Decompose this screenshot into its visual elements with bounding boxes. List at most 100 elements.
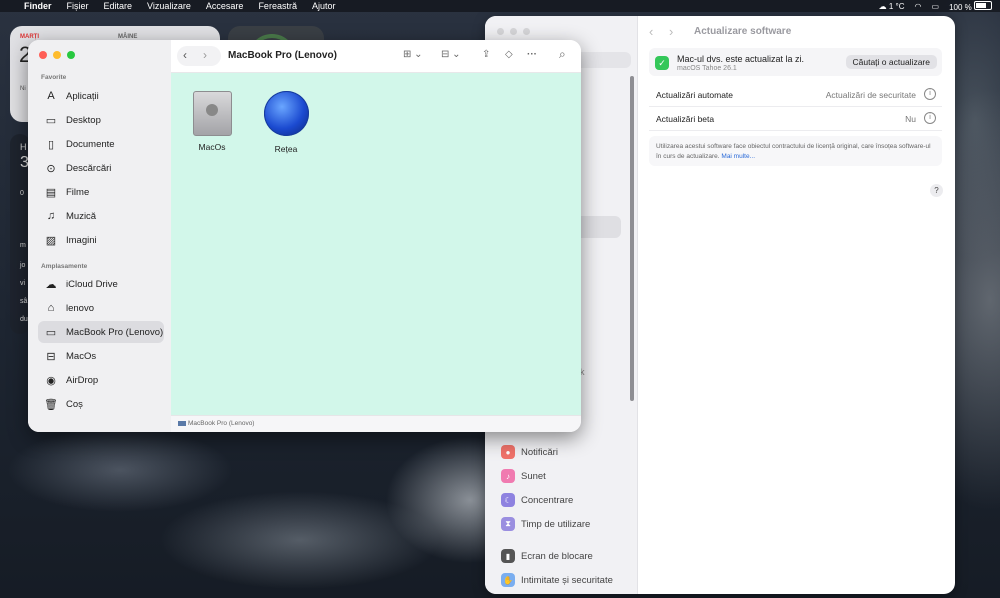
tag-icon[interactable]: ◇	[505, 49, 513, 60]
locations-section-label: Amplasamente	[41, 263, 88, 270]
minimize-button[interactable]	[510, 28, 517, 35]
sidebar-item-downloads[interactable]: ⊙ Descărcări	[38, 157, 164, 179]
battery-percent: 100 %	[949, 2, 972, 12]
wifi-icon[interactable]: ◠	[915, 2, 922, 11]
menu-file[interactable]: Fișier	[67, 1, 89, 11]
widget-letter: m	[20, 242, 26, 249]
back-button[interactable]: ‹	[649, 24, 653, 39]
menu-view[interactable]: Vizualizare	[147, 1, 191, 11]
sidebar-item-label: Filme	[66, 186, 90, 198]
photo-icon: ▨	[45, 234, 57, 247]
window-title: MacBook Pro (Lenovo)	[228, 50, 337, 61]
update-status-card: ✓ Mac-ul dvs. este actualizat la zi. mac…	[649, 48, 942, 76]
sidebar-item-lock-screen[interactable]: ▮ Ecran de blocare	[501, 548, 593, 564]
finder-window: Favorite A Aplicații ▭ Desktop ▯ Documente …	[28, 40, 581, 432]
sidebar-item-pictures[interactable]: ▨ Imagini	[38, 229, 164, 251]
sidebar-item-sound[interactable]: ♪ Sunet	[501, 468, 546, 484]
group-by-icon[interactable]: ⊟ ⌄	[441, 49, 461, 60]
widget-letter: jo	[20, 262, 26, 269]
macos-disk-item[interactable]: MacOs	[182, 91, 242, 152]
forward-button[interactable]: ›	[203, 48, 207, 62]
forward-button[interactable]: ›	[669, 24, 673, 39]
close-button[interactable]	[39, 51, 47, 59]
row-label: Actualizări automate	[656, 90, 734, 100]
close-button[interactable]	[497, 28, 504, 35]
finder-content-area[interactable]: MacOs Rețea	[171, 73, 581, 416]
sidebar-item-music[interactable]: ♫ Muzică	[38, 205, 164, 227]
sidebar-item-focus[interactable]: ☾ Concentrare	[501, 492, 573, 508]
share-icon[interactable]: ⇪	[482, 49, 490, 60]
sidebar-item-desktop[interactable]: ▭ Desktop	[38, 109, 164, 131]
laptop-icon	[178, 421, 186, 426]
applications-icon: A	[47, 90, 55, 102]
path-bar: MacBook Pro (Lenovo)	[171, 415, 581, 432]
back-button[interactable]: ‹	[183, 48, 187, 62]
battery-icon	[974, 0, 992, 10]
widget-letter: vi	[20, 280, 26, 287]
sidebar-item-privacy[interactable]: ✋ Intimitate și securitate	[501, 572, 613, 588]
check-for-updates-button[interactable]: Căutați o actualizare	[845, 55, 937, 69]
path-bar-text[interactable]: MacBook Pro (Lenovo)	[188, 420, 254, 427]
sidebar-item-icloud[interactable]: ☁ iCloud Drive	[38, 273, 164, 295]
menu-window[interactable]: Fereastră	[258, 1, 297, 11]
disk-icon: ⊟	[46, 350, 56, 363]
desktop-icon: ▭	[45, 114, 57, 127]
sidebar-item-notifications[interactable]: ● Notificări	[501, 444, 558, 460]
home-icon: ⌂	[47, 302, 55, 314]
sidebar-scrollbar[interactable]	[630, 76, 634, 401]
sidebar-item-label: Documente	[66, 138, 115, 150]
automatic-updates-row[interactable]: Actualizări automate Actualizări de secu…	[649, 84, 942, 107]
sidebar-item-airdrop[interactable]: ◉ AirDrop	[38, 369, 164, 391]
sidebar-item-screen-time[interactable]: ⧗ Timp de utilizare	[501, 516, 590, 532]
sidebar-item-trash[interactable]: 🗑 Coș	[38, 393, 164, 415]
hourglass-icon: ⧗	[501, 517, 515, 531]
settings-page-title: Actualizare software	[694, 26, 792, 37]
menu-help[interactable]: Ajutor	[312, 1, 336, 11]
search-icon[interactable]: ⌕	[559, 47, 566, 62]
sidebar-item-label: Concentrare	[521, 494, 574, 506]
license-note: Utilizarea acestui software face obiectu…	[649, 136, 942, 166]
sidebar-item-label: MacOs	[66, 350, 97, 362]
screen-mirror-icon[interactable]: ▭	[932, 2, 940, 11]
sidebar-item-documents[interactable]: ▯ Documente	[38, 133, 164, 155]
sidebar-item-label: Coș	[66, 398, 83, 410]
sidebar-item-macos-disk[interactable]: ⊟ MacOs	[38, 345, 164, 367]
zoom-button[interactable]	[523, 28, 530, 35]
sidebar-item-label: Notificări	[521, 446, 558, 458]
checkmark-icon: ✓	[655, 56, 669, 70]
battery-menu-item[interactable]: 100 %	[949, 0, 992, 12]
favorites-section-label: Favorite	[41, 74, 67, 81]
zoom-button[interactable]	[67, 51, 75, 59]
info-icon[interactable]: i	[924, 112, 936, 124]
network-item[interactable]: Rețea	[256, 91, 316, 154]
info-icon[interactable]: i	[924, 88, 936, 100]
widget-letter: sâ	[20, 298, 28, 305]
weather-menu-item[interactable]: ☁ 1 °C	[879, 2, 905, 11]
moon-icon: ☾	[501, 493, 515, 507]
menu-go[interactable]: Accesare	[206, 1, 244, 11]
beta-updates-row[interactable]: Actualizări beta Nu i	[649, 108, 942, 131]
sidebar-item-label: MacBook Pro (Lenovo)	[66, 326, 164, 338]
finder-toolbar: ‹ › MacBook Pro (Lenovo) ⊞ ⌄ ⊟ ⌄ ⇪ ◇ ···…	[171, 40, 581, 73]
weather-widget[interactable]: H 3 0 m jo vi sâ du	[10, 134, 30, 334]
macos-version: macOS Tahoe 26.1	[677, 65, 737, 72]
sidebar-item-applications[interactable]: A Aplicații	[38, 85, 164, 107]
temperature-label: 1 °C	[888, 1, 905, 11]
menu-edit[interactable]: Editare	[104, 1, 133, 11]
menu-finder[interactable]: Finder	[24, 1, 52, 11]
more-info-link[interactable]: Mai multe...	[721, 153, 755, 160]
view-mode-icon[interactable]: ⊞ ⌄	[403, 49, 423, 60]
widget-letter: H	[20, 142, 27, 152]
finder-sidebar: Favorite A Aplicații ▭ Desktop ▯ Documente …	[28, 40, 171, 432]
sidebar-item-macbook[interactable]: ▭ MacBook Pro (Lenovo)	[38, 321, 164, 343]
sidebar-item-movies[interactable]: ▤ Filme	[38, 181, 164, 203]
sidebar-item-label: Sunet	[521, 470, 546, 482]
help-button[interactable]: ?	[930, 184, 943, 197]
minimize-button[interactable]	[53, 51, 61, 59]
row-value: Nu	[905, 114, 916, 124]
row-label: Actualizări beta	[656, 114, 715, 124]
sidebar-item-label: AirDrop	[66, 374, 99, 386]
sidebar-item-home[interactable]: ⌂ lenovo	[38, 297, 164, 319]
film-icon: ▤	[45, 186, 57, 199]
more-options-icon[interactable]: ···	[527, 49, 537, 60]
